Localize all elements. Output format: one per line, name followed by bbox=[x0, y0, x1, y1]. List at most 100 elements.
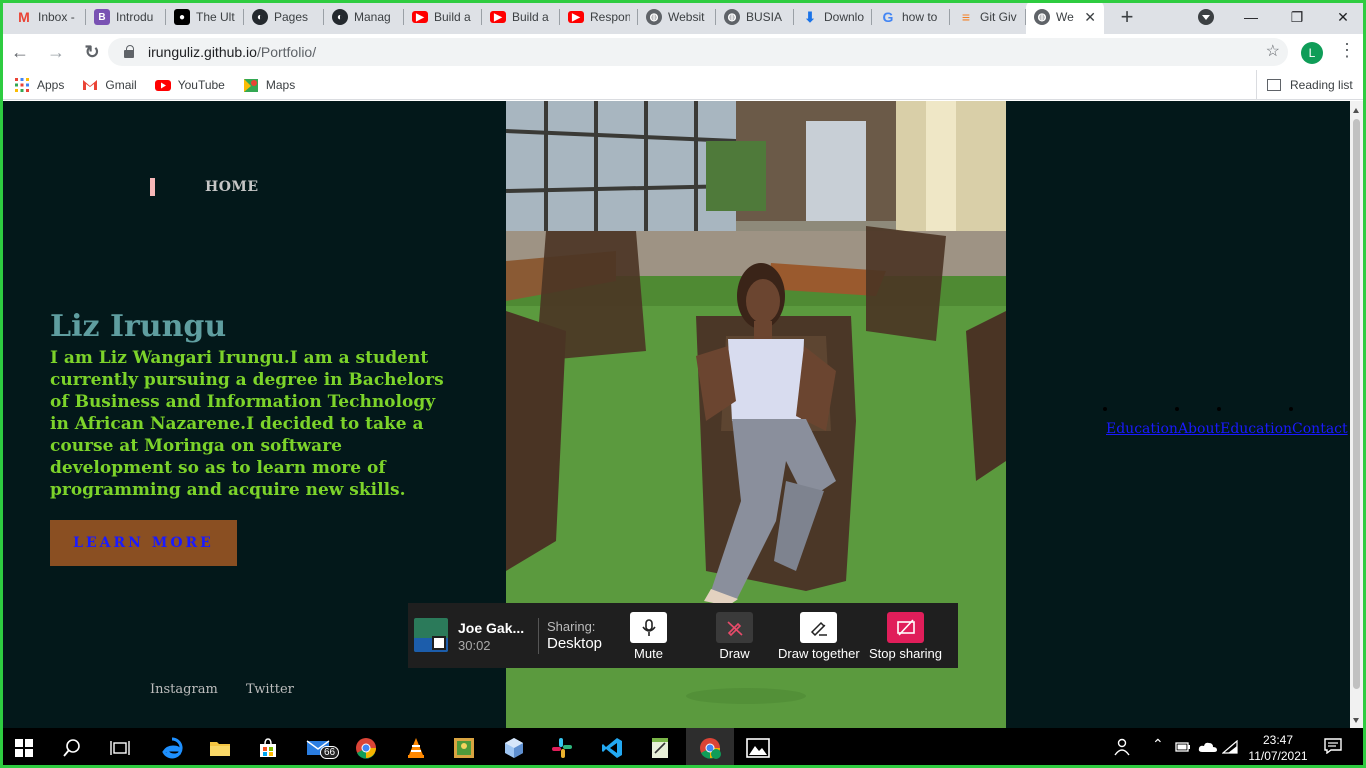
tab-introduction[interactable]: B Introdu bbox=[86, 0, 166, 34]
close-tab-icon[interactable]: ✕ bbox=[1084, 9, 1096, 26]
gmail-icon: M bbox=[18, 9, 30, 25]
learn-more-button[interactable]: LEARN MORE bbox=[50, 520, 237, 566]
profile-avatar[interactable]: L bbox=[1301, 42, 1323, 64]
tab-busia[interactable]: ◍ BUSIA bbox=[716, 0, 794, 34]
url-path: /Portfolio/ bbox=[256, 44, 317, 60]
taskbar-vscode[interactable] bbox=[588, 728, 636, 768]
nav-home-link[interactable]: HOME bbox=[205, 179, 259, 195]
sharing-label: Sharing: bbox=[547, 619, 596, 634]
tab-website[interactable]: ◍ Websit bbox=[638, 0, 716, 34]
people-icon[interactable] bbox=[1113, 738, 1131, 759]
tab-build-a-2[interactable]: ▶ Build a bbox=[482, 0, 560, 34]
forward-arrow-icon[interactable]: → bbox=[40, 36, 72, 68]
taskbar-virtualbox[interactable] bbox=[490, 728, 538, 768]
stop-sharing-button[interactable]: Stop sharing bbox=[869, 612, 942, 661]
taskbar-edge[interactable] bbox=[148, 728, 196, 768]
taskbar-slack[interactable] bbox=[538, 728, 586, 768]
youtube-icon: ▶ bbox=[568, 11, 584, 23]
notifications-icon[interactable] bbox=[1324, 738, 1342, 757]
taskbar-file-explorer[interactable] bbox=[196, 728, 244, 768]
search-button[interactable] bbox=[48, 728, 96, 768]
sharing-value: Desktop bbox=[547, 635, 603, 652]
tab-how-to[interactable]: G how to bbox=[872, 0, 950, 34]
search-icon bbox=[63, 739, 80, 757]
battery-icon[interactable] bbox=[1175, 740, 1191, 756]
chevron-up-icon[interactable]: ⌃ bbox=[1152, 736, 1164, 753]
maximize-button[interactable]: ❐ bbox=[1274, 0, 1320, 34]
task-view-button[interactable] bbox=[96, 728, 144, 768]
tab-pages[interactable]: ◐ Pages bbox=[244, 0, 324, 34]
bookmark-apps[interactable]: Apps bbox=[14, 77, 64, 93]
tab-responsive[interactable]: ▶ Respon bbox=[560, 0, 638, 34]
bookmark-gmail[interactable]: Gmail bbox=[82, 77, 137, 93]
taskbar-notes-app[interactable] bbox=[636, 728, 684, 768]
tab-build-a-1[interactable]: ▶ Build a bbox=[404, 0, 482, 34]
google-icon: G bbox=[882, 9, 894, 25]
bookmark-label: Maps bbox=[265, 77, 296, 92]
notepad-icon bbox=[652, 738, 668, 758]
bookmark-youtube[interactable]: YouTube bbox=[154, 77, 225, 93]
youtube-icon: ▶ bbox=[490, 11, 506, 23]
new-tab-button[interactable]: + bbox=[1110, 0, 1144, 34]
taskbar-photos[interactable] bbox=[734, 728, 782, 768]
tab-inbox[interactable]: M Inbox - bbox=[0, 0, 86, 34]
taskbar-vlc[interactable] bbox=[392, 728, 440, 768]
tab-manage[interactable]: ◐ Manag bbox=[324, 0, 404, 34]
tab-search-icon[interactable] bbox=[1198, 9, 1214, 25]
reading-list-label: Reading list bbox=[1290, 78, 1353, 92]
microphone-icon bbox=[630, 612, 667, 643]
side-nav: Education About Education Contact bbox=[1103, 407, 1348, 437]
window-close-button[interactable]: ✕ bbox=[1320, 0, 1366, 34]
system-clock[interactable]: 23:47 11/07/2021 bbox=[1246, 732, 1310, 764]
taskbar-photo-app[interactable] bbox=[440, 728, 488, 768]
browser-menu-icon[interactable]: ⋮ bbox=[1338, 40, 1356, 61]
bookmark-maps[interactable]: Maps bbox=[243, 77, 295, 93]
mute-button[interactable]: Mute bbox=[630, 612, 667, 661]
taskbar-chrome[interactable] bbox=[342, 728, 390, 768]
lock-icon[interactable] bbox=[124, 45, 134, 58]
mute-label: Mute bbox=[634, 646, 663, 661]
windows-taskbar: 66 ⌃ 23:47 11/07/2021 bbox=[0, 728, 1366, 768]
scroll-up-icon[interactable] bbox=[1353, 105, 1359, 113]
minimize-button[interactable]: — bbox=[1228, 0, 1274, 34]
draw-label: Draw bbox=[719, 646, 750, 661]
tab-the-ultimate[interactable]: ● The Ult bbox=[166, 0, 244, 34]
instagram-link[interactable]: Instagram bbox=[150, 682, 218, 697]
stop-sharing-label: Stop sharing bbox=[869, 646, 942, 661]
taskbar-store[interactable] bbox=[244, 728, 292, 768]
taskbar-mail[interactable]: 66 bbox=[294, 728, 342, 768]
tab-download[interactable]: ⬇ Downlo bbox=[794, 0, 872, 34]
tab-active-portfolio[interactable]: ◍ We ✕ bbox=[1026, 0, 1104, 34]
globe-icon: ◍ bbox=[724, 9, 740, 25]
back-arrow-icon[interactable]: ← bbox=[4, 36, 36, 68]
clock-time: 23:47 bbox=[1262, 733, 1294, 747]
bookmark-star-icon[interactable]: ☆ bbox=[1266, 41, 1280, 61]
onedrive-icon[interactable] bbox=[1198, 740, 1218, 756]
task-view-icon bbox=[110, 741, 130, 755]
presenter-name: Joe Gak... bbox=[458, 620, 525, 636]
twitter-link[interactable]: Twitter bbox=[246, 682, 294, 697]
nav-contact-link[interactable]: Contact bbox=[1289, 407, 1348, 437]
scrollbar-thumb[interactable] bbox=[1353, 119, 1360, 689]
draw-button[interactable]: Draw bbox=[716, 612, 753, 661]
globe-icon: ◍ bbox=[646, 9, 662, 25]
nav-about-link[interactable]: About bbox=[1174, 407, 1220, 437]
start-button[interactable] bbox=[0, 728, 48, 768]
nav-education-link-2[interactable]: Education bbox=[1217, 407, 1292, 437]
tab-git-give[interactable]: ≡ Git Giv bbox=[950, 0, 1026, 34]
download-icon: ⬇ bbox=[804, 8, 816, 25]
draw-together-button[interactable]: Draw together bbox=[778, 612, 860, 661]
page-scrollbar[interactable] bbox=[1350, 101, 1363, 728]
taskbar-chrome-active[interactable] bbox=[686, 728, 734, 768]
draw-together-label: Draw together bbox=[778, 646, 860, 661]
github-icon: ◐ bbox=[252, 9, 268, 25]
wifi-icon[interactable] bbox=[1221, 739, 1238, 757]
maps-icon bbox=[243, 78, 258, 92]
nav-education-link[interactable]: Education bbox=[1103, 407, 1178, 437]
slack-icon bbox=[552, 738, 572, 758]
scroll-down-icon[interactable] bbox=[1353, 718, 1359, 726]
address-bar[interactable]: irunguliz.github.io/Portfolio/ ☆ bbox=[108, 38, 1288, 66]
reading-list-button[interactable]: Reading list bbox=[1256, 70, 1353, 100]
reload-icon[interactable]: ↻ bbox=[76, 36, 108, 68]
draw-together-icon bbox=[800, 612, 838, 643]
